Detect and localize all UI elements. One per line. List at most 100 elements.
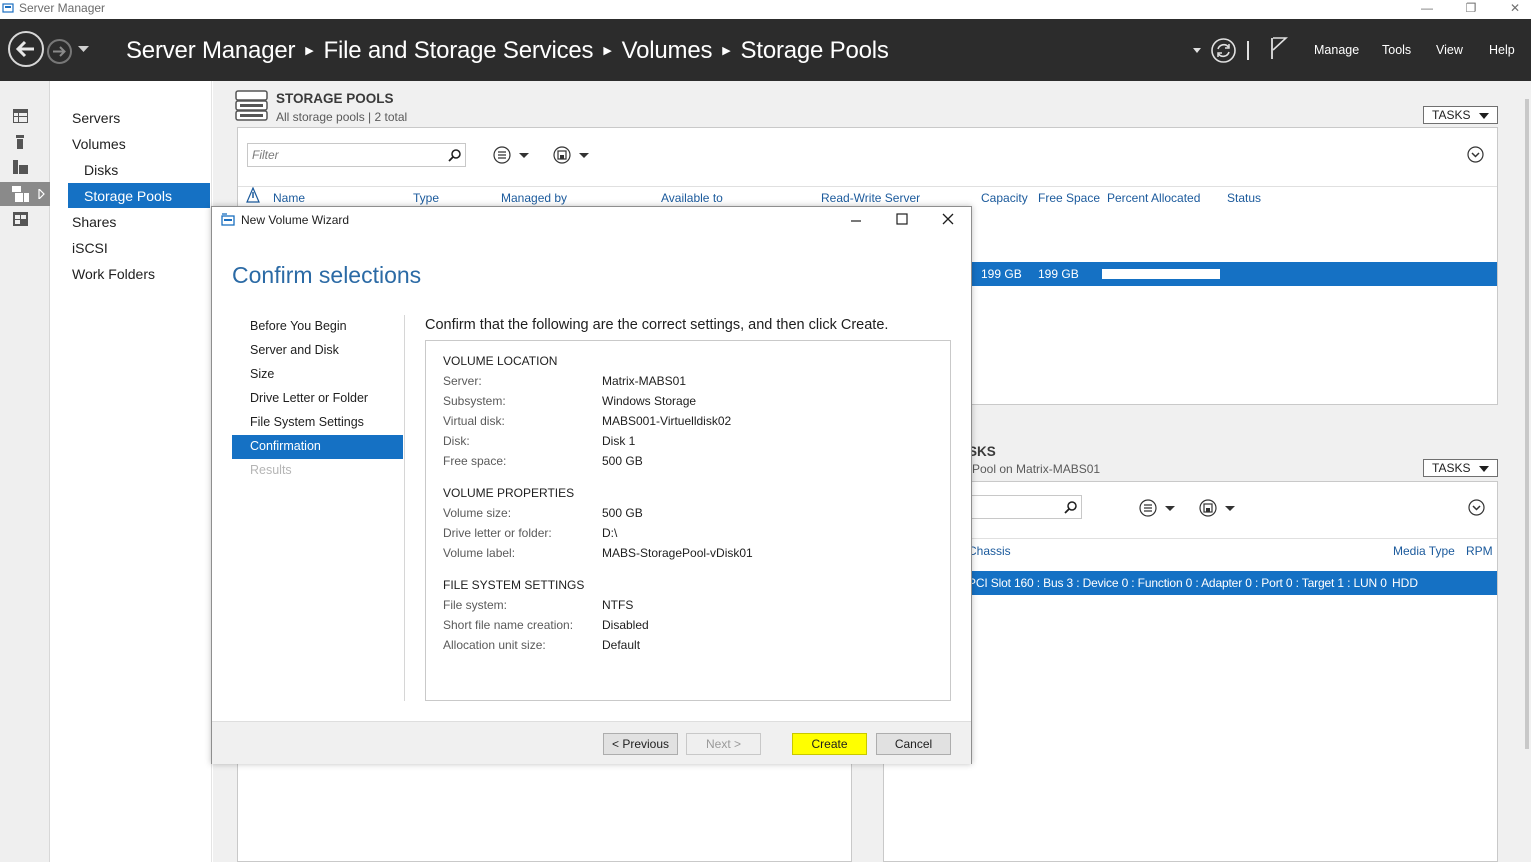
iis-icon[interactable] (13, 212, 28, 226)
summary-value: 500 GB (602, 506, 643, 520)
create-button[interactable]: Create (792, 733, 867, 755)
physical-disk-selected-row[interactable]: PCI Slot 160 : Bus 3 : Device 0 : Functi… (964, 571, 1497, 595)
left-icon-strip (0, 81, 50, 862)
minimize-button[interactable]: — (1405, 0, 1449, 19)
nav-item-work-folders[interactable]: Work Folders (72, 266, 155, 282)
column-percent-allocated[interactable]: Percent Allocated (1107, 191, 1200, 205)
previous-button[interactable]: < Previous (603, 733, 678, 755)
save-query-icon[interactable] (553, 146, 593, 164)
main-scrollbar[interactable] (1525, 99, 1529, 749)
file-storage-nav-selected[interactable] (0, 182, 50, 206)
dialog-heading: Confirm selections (232, 262, 422, 288)
dialog-maximize-icon[interactable] (896, 213, 908, 225)
server-manager-app-icon (2, 3, 14, 13)
notifications-flag-icon[interactable] (1270, 36, 1288, 60)
window-titlebar: Server Manager — ❐ ✕ (0, 0, 1531, 19)
column-free-space[interactable]: Free Space (1038, 191, 1100, 205)
physical-disks-title: SKS (968, 444, 996, 459)
nav-item-iscsi[interactable]: iSCSI (72, 240, 108, 256)
cancel-button[interactable]: Cancel (876, 733, 951, 755)
column-type[interactable]: Type (413, 191, 439, 205)
back-arrow-icon (15, 40, 34, 58)
search-icon[interactable] (448, 149, 461, 162)
breadcrumb-separator-icon: ▶ (305, 45, 314, 57)
file-storage-icon (12, 186, 29, 202)
menu-tools[interactable]: Tools (1382, 43, 1411, 57)
step-confirmation[interactable]: Confirmation (250, 439, 321, 453)
list-view-options-icon[interactable] (1139, 499, 1179, 517)
breadcrumb-server-manager[interactable]: Server Manager (126, 37, 295, 64)
column-media-type[interactable]: Media Type (1393, 544, 1455, 558)
nav-item-volumes[interactable]: Volumes (72, 136, 126, 152)
column-status[interactable]: Status (1227, 191, 1261, 205)
breadcrumb-file-storage[interactable]: File and Storage Services (324, 37, 594, 64)
row-free-space: 199 GB (1038, 267, 1079, 281)
new-volume-wizard-dialog: New Volume Wizard Confirm selections Bef… (211, 206, 972, 764)
header-bar: Server Manager ▶ File and Storage Services… (0, 19, 1531, 81)
dialog-close-icon[interactable] (942, 213, 954, 225)
settings-summary-box: VOLUME LOCATION Server: Matrix-MABS01 Su… (425, 340, 951, 701)
dialog-minimize-icon[interactable] (850, 215, 862, 227)
confirm-instruction: Confirm that the following are the corre… (425, 317, 889, 333)
storage-pools-tasks-button[interactable]: TASKS (1423, 106, 1498, 124)
breadcrumb-dropdown-icon[interactable] (1193, 48, 1201, 53)
column-name[interactable]: Name (273, 191, 305, 205)
expand-arrow-icon (38, 189, 45, 199)
forward-button[interactable] (47, 39, 72, 64)
column-available-to[interactable]: Available to (661, 191, 723, 205)
menu-manage[interactable]: Manage (1314, 43, 1359, 57)
column-read-write-server[interactable]: Read-Write Server (821, 191, 920, 205)
summary-value: Windows Storage (602, 394, 697, 408)
all-servers-icon[interactable] (13, 160, 28, 174)
summary-key: Short file name creation: (443, 618, 574, 632)
summary-value: Disabled (602, 618, 649, 632)
refresh-icon[interactable] (1210, 37, 1237, 64)
list-view-options-icon[interactable] (493, 146, 533, 164)
nav-item-servers[interactable]: Servers (72, 110, 120, 126)
collapse-chevron-icon[interactable] (1467, 146, 1484, 163)
step-server-and-disk[interactable]: Server and Disk (250, 343, 339, 357)
step-drive-letter[interactable]: Drive Letter or Folder (250, 391, 368, 405)
next-button: Next > (686, 733, 761, 755)
step-size[interactable]: Size (250, 367, 274, 381)
collapse-chevron-icon[interactable] (1468, 499, 1485, 516)
search-icon[interactable] (1064, 501, 1077, 514)
summary-value: MABS001-Virtuelldisk02 (602, 414, 732, 428)
summary-value: D:\ (602, 526, 618, 540)
summary-key: Subsystem: (443, 394, 506, 408)
section-heading-volume-location: VOLUME LOCATION (443, 354, 558, 368)
breadcrumb-storage-pools[interactable]: Storage Pools (741, 37, 889, 64)
restore-button[interactable]: ❐ (1449, 0, 1493, 19)
step-before-you-begin[interactable]: Before You Begin (250, 319, 347, 333)
step-file-system-settings[interactable]: File System Settings (250, 415, 364, 429)
column-chassis[interactable]: Chassis (968, 544, 1011, 558)
save-query-icon[interactable] (1199, 499, 1239, 517)
nav-item-storage-pools[interactable]: Storage Pools (84, 188, 172, 204)
storage-pool-selected-row[interactable]: 199 GB 199 GB (972, 262, 1497, 286)
history-dropdown-icon[interactable] (78, 46, 89, 53)
summary-key: Volume size: (443, 506, 512, 520)
percent-allocated-bar (1102, 269, 1220, 279)
back-button[interactable] (8, 31, 44, 67)
summary-key: Drive letter or folder: (443, 526, 552, 540)
menu-help[interactable]: Help (1489, 43, 1515, 57)
wizard-app-icon (221, 213, 235, 226)
close-window-button[interactable]: ✕ (1493, 0, 1531, 19)
menu-view[interactable]: View (1436, 43, 1463, 57)
nav-item-shares[interactable]: Shares (72, 214, 116, 230)
dialog-footer: < Previous Next > Create Cancel (212, 721, 971, 764)
local-server-icon[interactable] (16, 135, 24, 149)
summary-value: Default (602, 638, 641, 652)
column-managed-by[interactable]: Managed by (501, 191, 567, 205)
filter-placeholder: Filter (252, 148, 279, 162)
column-rpm[interactable]: RPM (1466, 544, 1493, 558)
summary-value: NTFS (602, 598, 634, 612)
dialog-title: New Volume Wizard (241, 213, 350, 227)
nav-item-disks[interactable]: Disks (84, 162, 118, 178)
breadcrumb-volumes[interactable]: Volumes (622, 37, 713, 64)
filter-input[interactable]: Filter (247, 143, 466, 167)
sort-warning-icon[interactable] (246, 187, 260, 203)
column-capacity[interactable]: Capacity (981, 191, 1028, 205)
dashboard-icon[interactable] (13, 109, 28, 123)
physical-disks-tasks-button[interactable]: TASKS (1423, 459, 1498, 477)
